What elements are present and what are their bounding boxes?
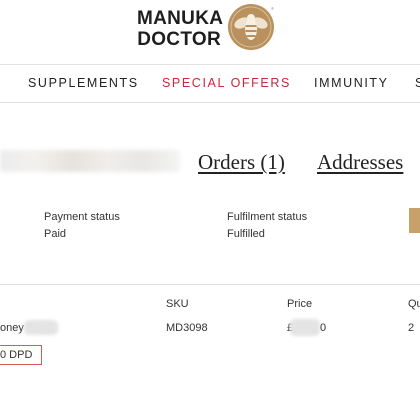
tab-addresses[interactable]: Addresses	[317, 150, 403, 175]
blurred-price	[290, 319, 320, 336]
nav-item-supplements[interactable]: SUPPLEMENTS	[28, 76, 139, 90]
nav-item-special-offers[interactable]: SPECIAL OFFERS	[162, 76, 291, 90]
blurred-product-name	[24, 320, 58, 335]
item-quantity: 2	[408, 322, 415, 334]
brand-logo-text[interactable]: MANUKA DOCTOR	[137, 8, 224, 50]
order-action-button[interactable]	[409, 208, 420, 233]
payment-status-value: Paid	[44, 228, 67, 240]
item-product-name: oney	[0, 322, 24, 334]
column-header-price: Price	[287, 298, 313, 310]
tab-orders[interactable]: Orders (1)	[198, 150, 285, 175]
main-navigation: SUPPLEMENTS SPECIAL OFFERS IMMUNITY S	[0, 64, 420, 103]
brand-line-2: DOCTOR	[137, 29, 221, 50]
brand-line-1: MANUKA	[137, 8, 224, 29]
column-header-quantity: Qu	[408, 298, 420, 310]
column-header-sku: SKU	[166, 298, 189, 310]
svg-text:®: ®	[271, 6, 274, 11]
fulfilment-status-label: Fulfilment status	[227, 211, 308, 223]
blurred-account-name	[0, 150, 180, 172]
section-divider	[0, 284, 420, 285]
item-sku: MD3098	[166, 322, 208, 334]
bee-emblem-icon[interactable]: ®	[227, 3, 275, 51]
nav-item-immunity[interactable]: IMMUNITY	[314, 76, 389, 90]
payment-status-label: Payment status	[44, 211, 120, 223]
item-price-suffix: 0	[320, 322, 327, 334]
nav-item-next[interactable]: S	[415, 76, 420, 90]
site-header: MANUKA DOCTOR ®	[0, 0, 420, 64]
shipping-method: 0 DPD	[0, 349, 33, 361]
fulfilment-status-value: Fulfilled	[227, 228, 265, 240]
